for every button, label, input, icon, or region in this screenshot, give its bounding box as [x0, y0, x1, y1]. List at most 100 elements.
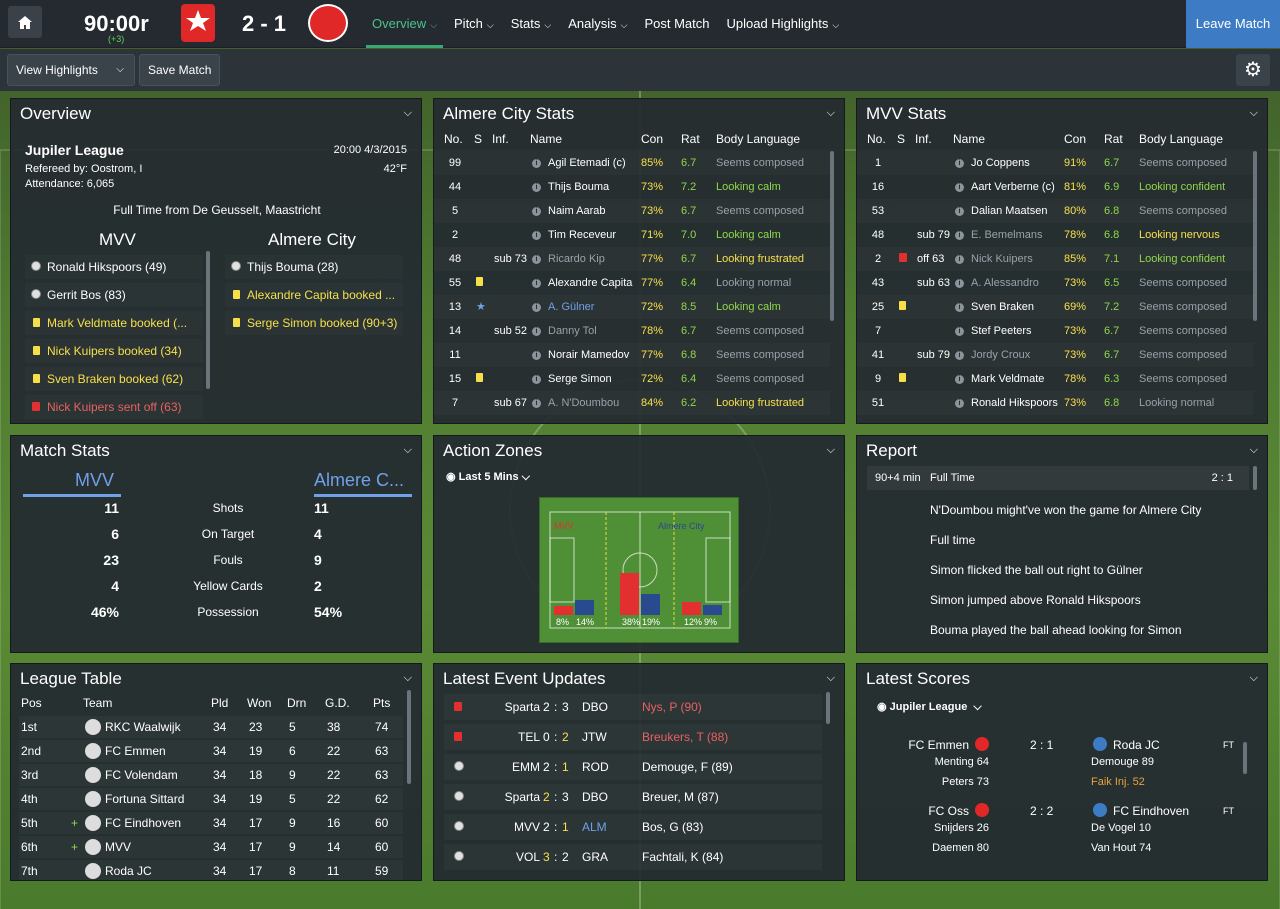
player-row[interactable]: 14 sub 52 i Danny Tol 78% 6.7 Seems composed: [434, 319, 830, 343]
player-row[interactable]: 1 i Jo Coppens 91% 6.7 Seems composed: [857, 151, 1253, 175]
away-team[interactable]: Roda JC: [1113, 738, 1160, 752]
player-row[interactable]: 16 i Aart Verberne (c) 81% 6.9 Looking confid…: [857, 175, 1253, 199]
player-name[interactable]: Norair Mamedov: [548, 343, 629, 367]
info-icon[interactable]: i: [532, 183, 541, 192]
info-icon[interactable]: i: [955, 207, 964, 216]
player-name[interactable]: Danny Tol: [548, 319, 597, 343]
player-name[interactable]: A. Alessandro: [971, 271, 1039, 295]
team-name[interactable]: RKC Waalwijk: [105, 715, 181, 739]
info-icon[interactable]: i: [532, 207, 541, 216]
team-name[interactable]: Roda JC: [105, 859, 152, 880]
column-header[interactable]: G.D.: [325, 691, 350, 715]
chevron-down-icon[interactable]: ⌵: [404, 672, 412, 685]
tab-post-match[interactable]: Post Match: [638, 0, 715, 48]
chevron-down-icon[interactable]: ⌵: [827, 672, 835, 685]
scrollbar[interactable]: [830, 151, 834, 321]
chevron-down-icon[interactable]: ⌵: [1250, 107, 1258, 120]
event-row[interactable]: TEL 0:2 JTW Breukers, T (88): [444, 724, 822, 750]
column-header[interactable]: S: [897, 127, 905, 151]
column-header[interactable]: Name: [953, 127, 985, 151]
column-header[interactable]: Pld: [211, 691, 228, 715]
scrollbar[interactable]: [407, 690, 411, 784]
player-row[interactable]: 13 ★ i A. Gülner 72% 8.5 Looking calm: [434, 295, 830, 319]
column-header[interactable]: Rat: [1104, 127, 1123, 151]
chevron-down-icon[interactable]: ⌵: [404, 444, 412, 457]
tab-stats[interactable]: Stats ⌵: [505, 0, 557, 48]
player-row[interactable]: 5 i Naim Aarab 73% 6.7 Seems composed: [434, 199, 830, 223]
player-row[interactable]: 44 i Thijs Bouma 73% 7.2 Looking calm: [434, 175, 830, 199]
info-icon[interactable]: i: [955, 279, 964, 288]
chevron-down-icon[interactable]: ⌵: [404, 107, 412, 120]
player-row[interactable]: 9 i Mark Veldmate 78% 6.3 Seems composed: [857, 367, 1253, 391]
player-name[interactable]: Aart Verberne (c): [971, 175, 1055, 199]
player-row[interactable]: 11 i Norair Mamedov 77% 6.8 Seems composed: [434, 343, 830, 367]
column-header[interactable]: S: [474, 127, 482, 151]
column-header[interactable]: Pts: [373, 691, 390, 715]
column-header[interactable]: Name: [530, 127, 562, 151]
player-name[interactable]: Stef Peeters: [971, 319, 1032, 343]
player-name[interactable]: Alexandre Capita: [548, 271, 632, 295]
player-row[interactable]: 7 i Stef Peeters 73% 6.7 Seems composed: [857, 319, 1253, 343]
chevron-down-icon[interactable]: ⌵: [827, 107, 835, 120]
view-highlights-dropdown[interactable]: View Highlights ⌵: [7, 54, 135, 86]
info-icon[interactable]: i: [532, 375, 541, 384]
column-header[interactable]: Inf.: [915, 127, 932, 151]
info-icon[interactable]: i: [955, 231, 964, 240]
info-icon[interactable]: i: [955, 399, 964, 408]
column-header[interactable]: Drn: [287, 691, 306, 715]
player-name[interactable]: Agil Etemadi (c): [548, 151, 626, 175]
column-header[interactable]: Won: [247, 691, 271, 715]
player-row[interactable]: 48 sub 73 i Ricardo Kip 77% 6.7 Looking frustr…: [434, 247, 830, 271]
info-icon[interactable]: i: [955, 375, 964, 384]
away-team[interactable]: FC Eindhoven: [1113, 804, 1189, 818]
team-name[interactable]: FC Volendam: [105, 763, 178, 787]
tab-analysis[interactable]: Analysis ⌵: [562, 0, 633, 48]
player-name[interactable]: Thijs Bouma: [548, 175, 609, 199]
event-row[interactable]: MVV 2:1 ALM Bos, G (83): [444, 814, 822, 840]
tab-overview[interactable]: Overview ⌵: [366, 0, 444, 48]
player-name[interactable]: Sven Braken: [971, 295, 1034, 319]
player-name[interactable]: Naim Aarab: [548, 199, 605, 223]
table-row[interactable]: [19, 740, 403, 762]
team-name[interactable]: MVV: [105, 835, 131, 859]
info-icon[interactable]: i: [955, 255, 964, 264]
info-icon[interactable]: i: [532, 351, 541, 360]
player-name[interactable]: Ricardo Kip: [548, 247, 605, 271]
player-name[interactable]: Jo Coppens: [971, 151, 1030, 175]
tab-upload-highlights[interactable]: Upload Highlights ⌵: [720, 0, 845, 48]
scrollbar[interactable]: [826, 692, 830, 724]
info-icon[interactable]: i: [532, 279, 541, 288]
player-row[interactable]: 2 off 63 i Nick Kuipers 85% 7.1 Looking confid…: [857, 247, 1253, 271]
player-name[interactable]: Ronald Hikspoors: [971, 391, 1058, 415]
player-name[interactable]: Tim Receveur: [548, 223, 616, 247]
player-name[interactable]: Dalian Maatsen: [971, 199, 1047, 223]
table-row[interactable]: [19, 788, 403, 810]
player-row[interactable]: 99 i Agil Etemadi (c) 85% 6.7 Seems composed: [434, 151, 830, 175]
event-row[interactable]: EMM 2:1 ROD Demouge, F (89): [444, 754, 822, 780]
home-team[interactable]: FC Emmen: [908, 738, 969, 752]
leave-match-button[interactable]: Leave Match: [1186, 0, 1280, 48]
team-name[interactable]: FC Emmen: [105, 739, 166, 763]
info-icon[interactable]: i: [532, 303, 541, 312]
table-row[interactable]: [19, 764, 403, 786]
info-icon[interactable]: i: [955, 159, 964, 168]
info-icon[interactable]: i: [955, 351, 964, 360]
column-header[interactable]: Body Language: [1139, 127, 1223, 151]
info-icon[interactable]: i: [532, 231, 541, 240]
player-name[interactable]: E. Bemelmans: [971, 223, 1043, 247]
player-row[interactable]: 7 sub 67 i A. N'Doumbou 84% 6.2 Looking frustr…: [434, 391, 830, 415]
column-header[interactable]: Con: [641, 127, 663, 151]
scrollbar[interactable]: [1243, 742, 1247, 774]
info-icon[interactable]: i: [955, 303, 964, 312]
player-row[interactable]: 51 i Ronald Hikspoors 73% 6.8 Looking normal: [857, 391, 1253, 415]
column-header[interactable]: Con: [1064, 127, 1086, 151]
column-header[interactable]: Team: [83, 691, 112, 715]
home-team[interactable]: FC Oss: [928, 804, 969, 818]
player-name[interactable]: Serge Simon: [548, 367, 612, 391]
table-row[interactable]: [19, 860, 403, 880]
event-row[interactable]: Sparta 2:3 DBO Breuer, M (87): [444, 784, 822, 810]
player-name[interactable]: Nick Kuipers: [971, 247, 1033, 271]
chevron-down-icon[interactable]: ⌵: [1250, 444, 1258, 457]
gear-icon[interactable]: ⚙: [1236, 54, 1270, 86]
info-icon[interactable]: i: [532, 327, 541, 336]
